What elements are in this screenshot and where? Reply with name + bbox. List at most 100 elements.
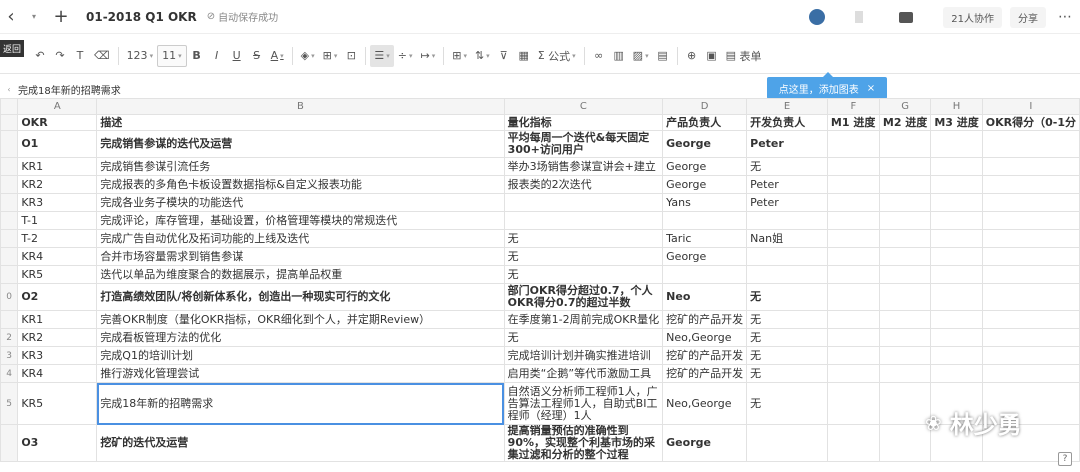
table-cell[interactable] xyxy=(981,283,1080,311)
table-cell[interactable]: 无 xyxy=(746,283,828,311)
close-icon[interactable]: × xyxy=(867,83,875,94)
table-cell[interactable]: 报表类的2次迭代 xyxy=(503,175,664,194)
table-cell[interactable]: KR3 xyxy=(17,193,98,212)
table-cell[interactable]: T-1 xyxy=(17,211,98,230)
row-header[interactable]: 3 xyxy=(0,346,19,365)
table-cell[interactable]: 打造高绩效团队/将创新体系化，创造出一种现实可行的文化 xyxy=(96,283,505,311)
collaborators-button[interactable]: 21人协作 xyxy=(943,6,1002,28)
table-cell[interactable] xyxy=(981,130,1080,158)
table-cell[interactable]: OKR xyxy=(17,114,98,131)
table-cell[interactable] xyxy=(878,157,932,176)
table-cell[interactable]: 完善OKR制度（量化OKR指标，OKR细化到个人，并定期Review） xyxy=(96,310,505,329)
table-cell[interactable] xyxy=(981,247,1080,266)
table-cell[interactable]: 产品负责人 xyxy=(662,114,748,131)
table-cell[interactable] xyxy=(826,157,880,176)
strikethrough-icon[interactable]: S xyxy=(247,45,267,67)
table-cell[interactable] xyxy=(826,346,880,365)
table-cell[interactable]: Taric xyxy=(662,229,748,248)
table-cell[interactable] xyxy=(878,364,932,383)
table-cell[interactable]: T-2 xyxy=(17,229,98,248)
table-cell[interactable]: 无 xyxy=(746,346,828,365)
table-cell[interactable] xyxy=(878,283,932,311)
table-cell[interactable]: 无 xyxy=(746,157,828,176)
merge-cells-icon[interactable]: ⊡ xyxy=(341,45,361,67)
table-cell[interactable] xyxy=(826,328,880,347)
back-icon[interactable]: ‹ xyxy=(0,0,22,34)
table-cell[interactable]: 无 xyxy=(746,382,828,425)
table-cell[interactable]: 无 xyxy=(503,265,664,284)
table-cell[interactable]: KR3 xyxy=(17,346,98,365)
redo-icon[interactable]: ↷ xyxy=(50,45,70,67)
table-cell[interactable] xyxy=(503,193,664,212)
underline-icon[interactable]: U xyxy=(227,45,247,67)
row-header[interactable]: 5 xyxy=(0,382,19,425)
table-cell[interactable] xyxy=(746,211,828,230)
table-cell[interactable] xyxy=(981,175,1080,194)
table-cell[interactable]: KR4 xyxy=(17,364,98,383)
row-header[interactable] xyxy=(0,114,19,131)
format-painter-icon[interactable]: T xyxy=(70,45,90,67)
table-cell[interactable]: Nan姐 xyxy=(746,229,828,248)
table-cell[interactable] xyxy=(826,175,880,194)
table-cell[interactable] xyxy=(826,247,880,266)
insert-row-col-icon[interactable]: ⊞ xyxy=(448,45,471,67)
table-cell[interactable] xyxy=(930,346,983,365)
row-header[interactable] xyxy=(0,424,19,462)
table-cell[interactable]: KR2 xyxy=(17,328,98,347)
table-cell[interactable]: George xyxy=(662,424,748,462)
table-cell[interactable] xyxy=(930,175,983,194)
table-cell[interactable]: 完成销售参谋的迭代及运营 xyxy=(96,130,505,158)
table-cell[interactable] xyxy=(878,211,932,230)
table-cell[interactable]: 描述 xyxy=(96,114,505,131)
table-cell[interactable] xyxy=(826,265,880,284)
border-icon[interactable]: ⊞ xyxy=(319,45,342,67)
table-cell[interactable]: 完成评论，库存管理，基础设置，价格管理等模块的常规迭代 xyxy=(96,211,505,230)
table-cell[interactable] xyxy=(878,175,932,194)
table-cell[interactable] xyxy=(930,328,983,347)
column-header[interactable]: A xyxy=(17,98,98,115)
column-header[interactable]: G xyxy=(878,98,932,115)
link-icon[interactable]: ∞ xyxy=(589,45,609,67)
table-cell[interactable] xyxy=(981,364,1080,383)
table-cell[interactable]: O3 xyxy=(17,424,98,462)
row-header[interactable] xyxy=(0,193,19,212)
table-cell[interactable]: Neo,George xyxy=(662,382,748,425)
table-cell[interactable]: 迭代以单品为维度聚合的数据展示，提高单品权重 xyxy=(96,265,505,284)
table-cell[interactable] xyxy=(981,229,1080,248)
bold-icon[interactable]: B xyxy=(187,45,207,67)
row-header[interactable] xyxy=(0,175,19,194)
table-cell[interactable]: 量化指标 xyxy=(503,114,664,131)
table-cell[interactable] xyxy=(930,229,983,248)
table-cell[interactable]: 合并市场容量需求到销售参谋 xyxy=(96,247,505,266)
table-cell[interactable] xyxy=(930,130,983,158)
image-icon[interactable]: ▨ xyxy=(629,45,653,67)
column-header[interactable]: I xyxy=(981,98,1080,115)
table-cell[interactable]: KR5 xyxy=(17,265,98,284)
table-cell[interactable] xyxy=(826,229,880,248)
table-cell[interactable] xyxy=(878,424,932,462)
table-cell[interactable]: 挖矿的产品开发 xyxy=(662,346,748,365)
table-cell[interactable] xyxy=(503,211,664,230)
table-cell[interactable]: 完成销售参谋引流任务 xyxy=(96,157,505,176)
table-cell[interactable] xyxy=(878,328,932,347)
italic-icon[interactable]: I xyxy=(207,45,227,67)
table-cell[interactable] xyxy=(826,211,880,230)
freeze-icon[interactable]: ▦ xyxy=(514,45,534,67)
clear-format-icon[interactable]: ⌫ xyxy=(90,45,114,67)
sort-icon[interactable]: ⇅ xyxy=(471,45,494,67)
table-cell[interactable] xyxy=(981,346,1080,365)
row-header[interactable] xyxy=(0,157,19,176)
table-cell[interactable] xyxy=(662,211,748,230)
align-icon[interactable]: ☰ xyxy=(370,44,394,67)
table-cell[interactable]: Peter xyxy=(746,175,828,194)
table-cell[interactable] xyxy=(878,310,932,329)
more-icon[interactable]: ⋯ xyxy=(1050,9,1080,25)
column-header[interactable]: B xyxy=(96,98,505,115)
table-cell[interactable] xyxy=(878,265,932,284)
row-header[interactable] xyxy=(0,247,19,266)
table-cell[interactable] xyxy=(878,382,932,425)
comment-icon[interactable] xyxy=(899,11,914,23)
save-icon[interactable]: ▣ xyxy=(702,45,722,67)
table-cell[interactable]: 无 xyxy=(746,310,828,329)
row-header[interactable] xyxy=(0,130,19,158)
